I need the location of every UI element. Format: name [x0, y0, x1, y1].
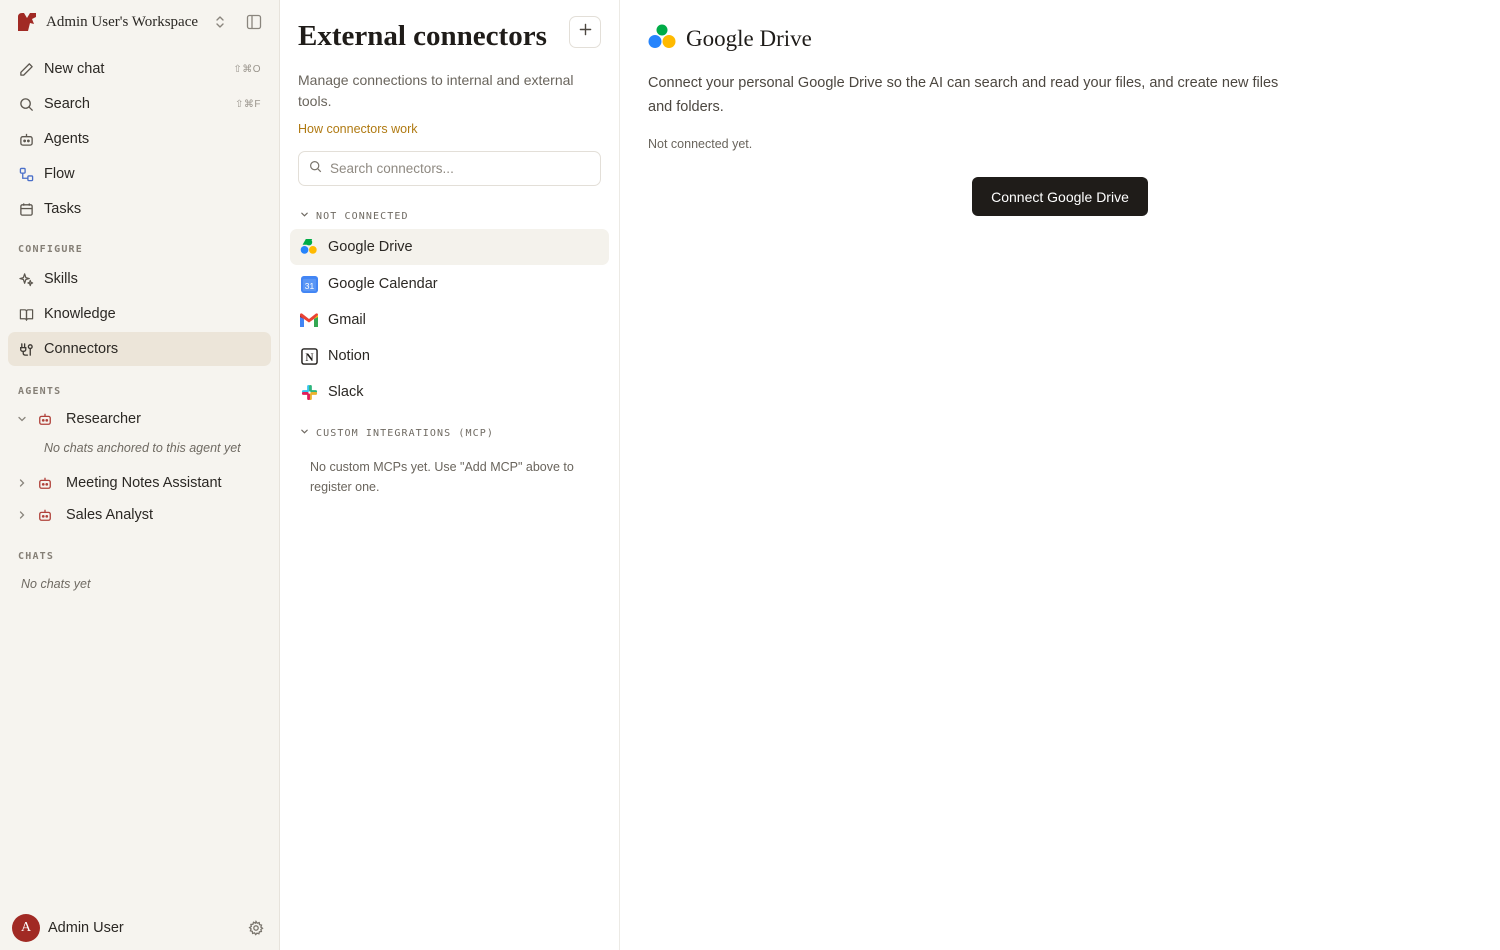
- nav-skills-label: Skills: [44, 271, 78, 287]
- robot-icon: [38, 411, 54, 427]
- connector-name: Google Calendar: [328, 276, 438, 292]
- connector-name: Gmail: [328, 312, 366, 328]
- user-menu[interactable]: A Admin User: [0, 906, 280, 950]
- agent-empty-note: No chats anchored to this agent yet: [44, 441, 241, 455]
- plug-icon: [18, 341, 34, 357]
- agent-name: Meeting Notes Assistant: [66, 475, 222, 491]
- nav-new-chat[interactable]: New chat ⇧⌘O: [8, 52, 271, 86]
- connector-item-gmail[interactable]: Gmail: [290, 302, 609, 338]
- robot-icon: [38, 475, 54, 491]
- gmail-icon: [300, 311, 318, 329]
- how-connectors-work-link[interactable]: How connectors work: [298, 122, 418, 136]
- nav-connectors[interactable]: Connectors: [8, 332, 271, 366]
- chats-empty-note: No chats yet: [21, 577, 91, 591]
- agents-section-label: AGENTS: [18, 386, 62, 397]
- svg-text:31: 31: [304, 280, 314, 290]
- connector-name: Google Drive: [328, 239, 413, 255]
- chevron-down-icon: [300, 210, 309, 222]
- nav-skills[interactable]: Skills: [8, 262, 271, 296]
- svg-text:N: N: [305, 351, 314, 363]
- connector-item-google-calendar[interactable]: 31 Google Calendar: [290, 266, 609, 302]
- new-chat-shortcut: ⇧⌘O: [233, 63, 261, 75]
- page-description: Manage connections to internal and exter…: [298, 72, 574, 109]
- sidebar-collapse-icon[interactable]: [246, 14, 262, 30]
- connector-item-google-drive[interactable]: Google Drive: [290, 229, 609, 265]
- user-name: Admin User: [48, 920, 124, 936]
- add-mcp-button[interactable]: [569, 16, 601, 48]
- nav-knowledge-label: Knowledge: [44, 306, 116, 322]
- connector-item-slack[interactable]: Slack: [290, 374, 609, 410]
- flow-icon: [18, 166, 34, 182]
- nav-agents-label: Agents: [44, 131, 90, 147]
- configure-section-label: CONFIGURE: [18, 244, 83, 255]
- nav-search-label: Search: [44, 96, 90, 112]
- sidebar: Admin User's Workspace New chat ⇧⌘O Sear…: [0, 0, 280, 950]
- chevron-up-down-icon[interactable]: [213, 14, 227, 30]
- connector-name: Slack: [328, 384, 364, 400]
- google-drive-icon: [300, 238, 318, 256]
- agent-item-meeting-notes-assistant[interactable]: Meeting Notes Assistant: [8, 469, 271, 497]
- chevron-right-icon[interactable]: [12, 510, 32, 520]
- chats-section-label: CHATS: [18, 551, 55, 562]
- connector-item-notion[interactable]: N Notion: [290, 338, 609, 374]
- workspace-switcher[interactable]: Admin User's Workspace: [0, 0, 280, 44]
- pencil-icon: [18, 61, 34, 77]
- agent-name: Researcher: [66, 411, 141, 427]
- search-shortcut: ⇧⌘F: [235, 98, 261, 110]
- nav-flow-label: Flow: [44, 166, 75, 182]
- google-drive-icon: [648, 24, 676, 54]
- slack-icon: [300, 383, 318, 401]
- connection-status: Not connected yet.: [648, 137, 753, 151]
- custom-integrations-label: CUSTOM INTEGRATIONS (MCP): [316, 427, 495, 439]
- page-title: External connectors: [298, 20, 547, 52]
- search-input[interactable]: [330, 161, 590, 176]
- mcp-empty-note: No custom MCPs yet. Use "Add MCP" above …: [310, 460, 574, 494]
- nav-flow[interactable]: Flow: [8, 157, 271, 191]
- sparkles-icon: [18, 271, 34, 287]
- notion-icon: N: [300, 347, 318, 365]
- nav-connectors-label: Connectors: [44, 341, 119, 357]
- not-connected-group-toggle[interactable]: NOT CONNECTED: [300, 210, 409, 222]
- nav-agents[interactable]: Agents: [8, 122, 271, 156]
- avatar: A: [12, 914, 40, 942]
- nav-new-chat-label: New chat: [44, 61, 105, 77]
- agent-item-researcher[interactable]: Researcher: [8, 405, 271, 433]
- connector-name: Notion: [328, 348, 370, 364]
- nav-tasks[interactable]: Tasks: [8, 192, 271, 226]
- agent-item-sales-analyst[interactable]: Sales Analyst: [8, 501, 271, 529]
- plus-icon: [579, 23, 592, 41]
- connect-google-drive-button[interactable]: Connect Google Drive: [972, 177, 1148, 216]
- calendar-icon: [18, 201, 34, 217]
- chevron-right-icon[interactable]: [12, 478, 32, 488]
- nav-search[interactable]: Search ⇧⌘F: [8, 87, 271, 121]
- google-calendar-icon: 31: [300, 275, 318, 293]
- chevron-down-icon[interactable]: [12, 414, 32, 424]
- nav-knowledge[interactable]: Knowledge: [8, 297, 271, 331]
- search-icon: [309, 160, 322, 178]
- connector-detail-panel: Google Drive Connect your personal Googl…: [620, 0, 1500, 950]
- gear-icon[interactable]: [248, 920, 264, 936]
- workspace-name: Admin User's Workspace: [46, 13, 199, 30]
- connector-title: Google Drive: [686, 26, 812, 51]
- not-connected-label: NOT CONNECTED: [316, 210, 409, 222]
- custom-integrations-group-toggle[interactable]: CUSTOM INTEGRATIONS (MCP): [300, 427, 494, 439]
- connector-search[interactable]: [298, 151, 601, 186]
- connectors-list-panel: External connectors Manage connections t…: [280, 0, 620, 950]
- search-icon: [18, 96, 34, 112]
- workspace-logo-icon: [16, 11, 38, 33]
- nav-tasks-label: Tasks: [44, 201, 82, 217]
- book-icon: [18, 306, 34, 322]
- chevron-down-icon: [300, 427, 309, 439]
- robot-icon: [18, 131, 34, 147]
- detail-header: Google Drive: [648, 24, 812, 54]
- robot-icon: [38, 507, 54, 523]
- agent-name: Sales Analyst: [66, 507, 154, 523]
- connector-description: Connect your personal Google Drive so th…: [648, 75, 1279, 115]
